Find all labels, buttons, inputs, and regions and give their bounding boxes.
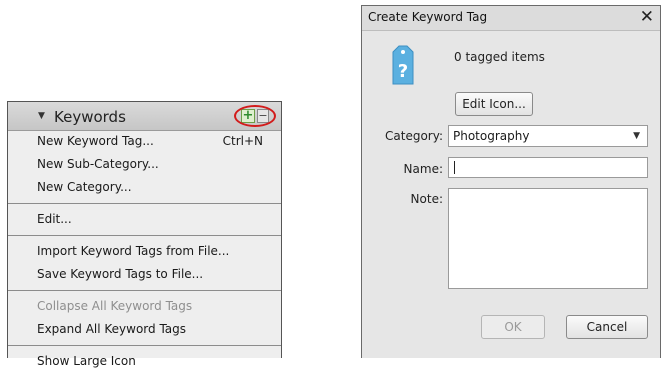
category-value: Photography (453, 129, 530, 143)
menu-item-shortcut: Ctrl+N (222, 134, 263, 148)
keywords-panel: ▼ Keywords + − New Keyword Tag... Ctrl+N… (7, 101, 282, 368)
menu-item-collapse-all: Collapse All Keyword Tags (8, 295, 281, 318)
note-label: Note: (410, 192, 443, 206)
cancel-button[interactable]: Cancel (566, 315, 648, 339)
dialog-title-bar[interactable]: Create Keyword Tag ✕ (362, 6, 660, 31)
menu-separator (8, 203, 281, 204)
note-textarea[interactable] (448, 188, 648, 289)
menu-separator (8, 235, 281, 236)
collapse-triangle-icon[interactable]: ▼ (38, 111, 45, 121)
menu-item-label: Save Keyword Tags to File... (37, 267, 204, 281)
keywords-panel-title: Keywords (54, 108, 126, 126)
menu-item-edit[interactable]: Edit... (8, 208, 281, 231)
menu-item-import-tags[interactable]: Import Keyword Tags from File... (8, 240, 281, 263)
menu-item-label: New Sub-Category... (37, 157, 159, 171)
name-label: Name: (403, 162, 443, 176)
keywords-menu: New Keyword Tag... Ctrl+N New Sub-Catego… (8, 130, 281, 373)
menu-item-label: Collapse All Keyword Tags (37, 299, 193, 313)
menu-item-label: New Keyword Tag... (37, 134, 154, 148)
highlight-circle (234, 105, 276, 127)
menu-separator (8, 345, 281, 346)
text-caret (454, 161, 455, 174)
close-icon[interactable]: ✕ (640, 7, 654, 27)
menu-item-label: New Category... (37, 180, 132, 194)
menu-item-new-category[interactable]: New Category... (8, 176, 281, 199)
menu-item-new-keyword-tag[interactable]: New Keyword Tag... Ctrl+N (8, 130, 281, 153)
menu-item-label: Show Large Icon (37, 354, 136, 368)
menu-item-label: Expand All Keyword Tags (37, 322, 187, 336)
question-tag-icon: ? (392, 45, 414, 85)
menu-item-label: Edit... (37, 212, 72, 226)
category-label: Category: (385, 129, 443, 143)
menu-item-save-tags[interactable]: Save Keyword Tags to File... (8, 263, 281, 286)
category-select[interactable]: Photography ▼ (448, 125, 648, 147)
menu-item-expand-all[interactable]: Expand All Keyword Tags (8, 318, 281, 341)
edit-icon-button[interactable]: Edit Icon... (455, 92, 533, 116)
dialog-title: Create Keyword Tag (368, 10, 488, 24)
menu-item-new-sub-category[interactable]: New Sub-Category... (8, 153, 281, 176)
menu-item-label: Import Keyword Tags from File... (37, 244, 230, 258)
create-keyword-tag-dialog: Create Keyword Tag ✕ ? 0 tagged items Ed… (361, 5, 661, 358)
ok-button[interactable]: OK (481, 315, 545, 339)
keywords-panel-header[interactable]: ▼ Keywords + − (8, 102, 281, 131)
svg-text:?: ? (398, 61, 408, 82)
menu-item-show-large-icon[interactable]: Show Large Icon (8, 350, 281, 373)
chevron-down-icon[interactable]: ▼ (633, 126, 640, 146)
menu-separator (8, 290, 281, 291)
name-input[interactable] (448, 157, 648, 178)
tagged-items-count: 0 tagged items (454, 50, 545, 64)
